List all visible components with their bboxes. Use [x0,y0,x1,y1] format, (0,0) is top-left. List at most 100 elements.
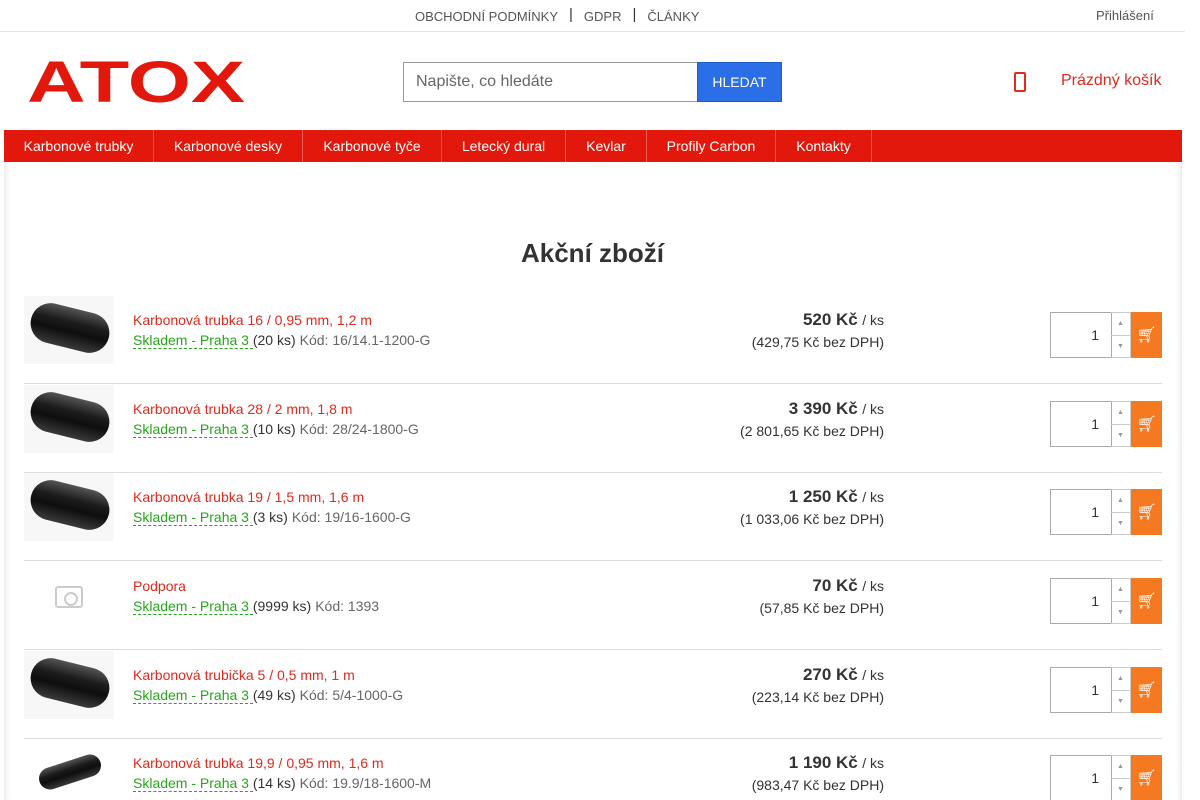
quantity-stepper: ▲ ▼ [1111,755,1131,800]
product-image[interactable] [24,296,114,364]
product-name[interactable]: Karbonová trubka 16 / 0,95 mm, 1,2 m [133,312,372,328]
quantity-input[interactable]: 1 [1050,755,1112,800]
cart-icon: 🛒︎ [1136,327,1157,344]
logo-graphic: ATOX [27,50,245,115]
stock-count: (10 ks) [252,421,296,437]
link-gdpr[interactable]: GDPR [574,9,632,24]
quantity-input[interactable]: 1 [1050,578,1112,624]
stock-count: (49 ks) [252,687,296,703]
page-title: Akční zboží [520,238,664,268]
link-clanky[interactable]: ČLÁNKY [637,9,709,24]
stock-availability[interactable]: Skladem - Praha 3 [133,598,253,615]
add-to-cart-button[interactable]: 🛒︎ [1131,667,1162,713]
logo-text: ATOX [27,58,245,104]
product-code: Kód: 16/14.1-1200-G [299,332,431,348]
nav-item-profily-carbon[interactable]: Profily Carbon [647,130,776,162]
cart-icon: 🛒︎ [1136,416,1157,433]
decrease-icon[interactable]: ▼ [1111,425,1130,447]
search-form: Napište, co hledáte HLEDAT [403,62,782,102]
increase-icon[interactable]: ▲ [1111,668,1130,691]
increase-icon[interactable]: ▲ [1111,313,1130,336]
product-code: Kód: 5/4-1000-G [299,687,404,703]
product-code: Kód: 28/24-1800-G [299,421,419,437]
add-to-cart-button[interactable]: 🛒︎ [1131,578,1162,624]
price-net: (429,75 Kč bez DPH) [751,334,884,350]
product-row: Karbonová trubka 16 / 0,95 mm, 1,2 m Skl… [24,296,1162,384]
login-link[interactable]: Přihlášení [1096,8,1154,23]
link-obchodni-podminky[interactable]: OBCHODNÍ PODMÍNKY [405,9,568,24]
nav-item-kontakty[interactable]: Kontakty [776,130,872,162]
nav-item-letecky-dural[interactable]: Letecký dural [442,130,566,162]
cart-label[interactable]: Prázdný košík [1061,72,1161,90]
product-image[interactable] [24,385,114,453]
product-name[interactable]: Podpora [133,578,186,594]
product-price: 1 250 Kč / ks (1 033,06 Kč bez DPH) [740,487,884,527]
increase-icon[interactable]: ▲ [1111,579,1130,602]
top-links: OBCHODNÍ PODMÍNKY | GDPR | ČLÁNKY [405,6,709,25]
product-row: Karbonová trubka 19 / 1,5 mm, 1,6 m Skla… [24,473,1162,561]
stock-availability[interactable]: Skladem - Praha 3 [133,421,253,438]
product-stock: Skladem - Praha 3 (49 ks) Kód: 5/4-1000-G [133,687,404,704]
quantity-stepper: ▲ ▼ [1111,401,1131,447]
carbon-tube-image [26,298,114,358]
stock-count: (3 ks) [252,509,288,525]
search-input[interactable]: Napište, co hledáte [403,62,697,102]
increase-icon[interactable]: ▲ [1111,756,1130,779]
product-stock: Skladem - Praha 3 (9999 ks) Kód: 1393 [133,598,380,615]
nav-item-karbonove-trubky[interactable]: Karbonové trubky [4,130,154,162]
stock-count: (9999 ks) [252,598,312,614]
increase-icon[interactable]: ▲ [1111,490,1130,513]
product-stock: Skladem - Praha 3 (20 ks) Kód: 16/14.1-12… [133,332,431,349]
increase-icon[interactable]: ▲ [1111,402,1130,425]
quantity-input[interactable]: 1 [1050,667,1112,713]
atox-logo[interactable]: ATOX [27,50,245,115]
price-unit: / ks [862,312,884,328]
add-to-cart-button[interactable]: 🛒︎ [1131,312,1162,358]
nav-item-karbonove-tyce[interactable]: Karbonové tyče [303,130,442,162]
price-unit: / ks [862,667,884,683]
price-net: (983,47 Kč bez DPH) [751,777,884,793]
stock-availability[interactable]: Skladem - Praha 3 [133,775,253,792]
cart-icon[interactable] [1014,72,1026,92]
carbon-tube-image [36,751,104,793]
add-to-cart-button[interactable]: 🛒︎ [1131,401,1162,447]
quantity-stepper: ▲ ▼ [1111,578,1131,624]
quantity-stepper: ▲ ▼ [1111,667,1131,713]
price-value: 70 Kč [812,576,858,595]
quantity-input[interactable]: 1 [1050,312,1112,358]
separator: | [632,6,637,23]
product-code: Kód: 1393 [315,598,380,614]
quantity-stepper: ▲ ▼ [1111,489,1131,535]
product-image[interactable] [24,651,114,719]
decrease-icon[interactable]: ▼ [1111,336,1130,358]
product-name[interactable]: Karbonová trubka 19 / 1,5 mm, 1,6 m [133,489,364,505]
decrease-icon[interactable]: ▼ [1111,779,1130,800]
product-name[interactable]: Karbonová trubička 5 / 0,5 mm, 1 m [133,667,355,683]
quantity-stepper: ▲ ▼ [1111,312,1131,358]
separator: | [569,6,573,23]
product-image[interactable] [24,739,114,800]
stock-availability[interactable]: Skladem - Praha 3 [133,332,253,349]
decrease-icon[interactable]: ▼ [1111,691,1130,713]
product-image[interactable] [24,562,114,630]
product-image[interactable] [24,473,114,541]
stock-availability[interactable]: Skladem - Praha 3 [133,509,253,526]
quantity-input[interactable]: 1 [1050,489,1112,535]
price-unit: / ks [862,755,884,771]
cart-icon: 🛒︎ [1136,770,1157,787]
decrease-icon[interactable]: ▼ [1111,513,1130,535]
stock-availability[interactable]: Skladem - Praha 3 [133,687,253,704]
product-code: Kód: 19.9/18-1600-M [299,775,432,791]
product-name[interactable]: Karbonová trubka 19,9 / 0,95 mm, 1,6 m [133,755,384,771]
nav-item-kevlar[interactable]: Kevlar [566,130,647,162]
cart-icon: 🛒︎ [1136,682,1157,699]
price-unit: / ks [862,401,884,417]
add-to-cart-button[interactable]: 🛒︎ [1131,755,1162,800]
decrease-icon[interactable]: ▼ [1111,602,1130,624]
search-button[interactable]: HLEDAT [697,62,782,102]
add-to-cart-button[interactable]: 🛒︎ [1131,489,1162,535]
carbon-tube-image [26,653,114,713]
product-name[interactable]: Karbonová trubka 28 / 2 mm, 1,8 m [133,401,352,417]
quantity-input[interactable]: 1 [1050,401,1112,447]
nav-item-karbonove-desky[interactable]: Karbonové desky [154,130,303,162]
